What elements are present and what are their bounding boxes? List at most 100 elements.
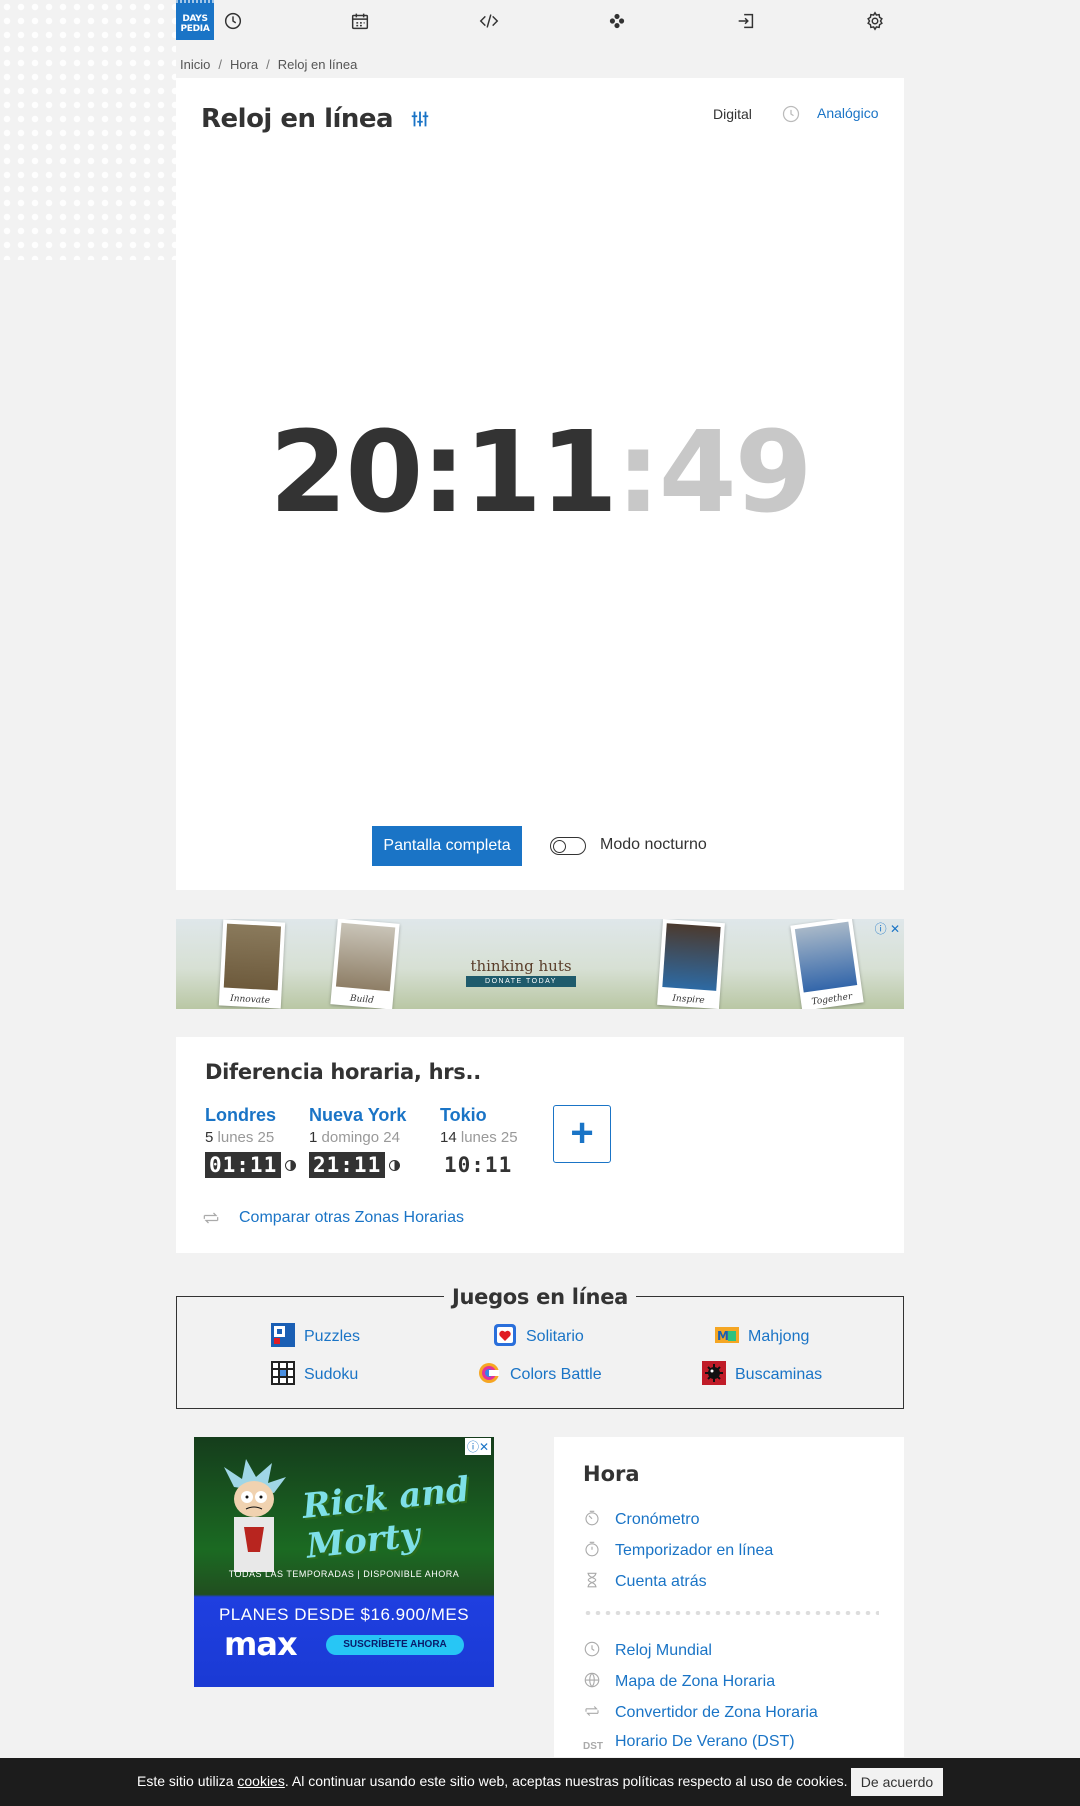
add-city-button[interactable]: + <box>553 1105 611 1163</box>
ad-close-icon[interactable]: ⓘ✕ <box>464 1438 491 1455</box>
breadcrumb-separator: / <box>266 57 270 72</box>
fullscreen-button[interactable]: Pantalla completa <box>372 826 522 866</box>
cookie-link[interactable]: cookies <box>237 1773 284 1789</box>
logo[interactable]: DAYS PEDIA <box>176 0 214 40</box>
mine-icon <box>702 1361 726 1385</box>
night-moon-icon <box>285 1160 297 1171</box>
cookie-accept-button[interactable]: De acuerdo <box>851 1768 943 1796</box>
mode-digital-tab[interactable]: Digital <box>713 106 752 122</box>
time-difference-title: Diferencia horaria, hrs.. <box>205 1060 481 1084</box>
hora-sidebar: Hora Cronómetro Temporizador en línea Cu… <box>554 1437 904 1757</box>
ad-photo: Innovate <box>218 919 286 1009</box>
city-date: 1 domingo 24 <box>309 1129 406 1146</box>
ad-close-icon[interactable]: ⓘ ✕ <box>875 920 900 937</box>
breadcrumb-home[interactable]: Inicio <box>180 57 210 72</box>
heart-card-icon <box>494 1324 516 1346</box>
city-offset: 1 <box>309 1129 318 1146</box>
link-stopwatch[interactable]: Cronómetro <box>583 1509 699 1529</box>
ad-caption: Innovate <box>229 993 271 1006</box>
city-day: lunes 25 <box>460 1129 518 1146</box>
mahjong-icon: M <box>715 1327 739 1343</box>
game-puzzles[interactable]: Puzzles <box>271 1323 360 1347</box>
cookie-bar: Este sitio utiliza cookies. Al continuar… <box>0 1758 1080 1806</box>
digital-clock-display: 20:11:49 <box>176 408 904 538</box>
game-colors-battle[interactable]: Colors Battle <box>477 1361 602 1385</box>
game-solitaire[interactable]: Solitario <box>493 1323 584 1347</box>
cookie-message: Este sitio utiliza cookies. Al continuar… <box>137 1773 848 1789</box>
game-minesweeper[interactable]: Buscaminas <box>702 1361 822 1385</box>
link-countdown[interactable]: Cuenta atrás <box>583 1571 707 1591</box>
city-name[interactable]: Londres <box>205 1105 296 1126</box>
night-mode-label: Modo nocturno <box>600 836 707 853</box>
clock-icon <box>583 1640 601 1658</box>
hourglass-icon <box>583 1571 601 1589</box>
page-title: Reloj en línea <box>201 104 394 134</box>
ad-brand-name: thinking huts <box>470 957 572 975</box>
gear-icon[interactable] <box>864 10 886 32</box>
divider <box>583 1611 879 1615</box>
background-dot-pattern <box>0 0 176 260</box>
ad-price: PLANES DESDE $16.900/MES <box>218 1605 470 1624</box>
calendar-icon[interactable] <box>349 10 371 32</box>
login-icon[interactable] <box>735 10 757 32</box>
clock-panel: Reloj en línea Digital Analógico 20:11:4… <box>176 78 904 890</box>
ad-caption: Together <box>811 991 853 1008</box>
ad-max[interactable]: Rick and Morty TODAS LAS TEMPORADAS | DI… <box>194 1437 494 1687</box>
clock-icon <box>781 104 801 124</box>
mode-analog-tab[interactable]: Analógico <box>817 105 879 121</box>
timer-icon <box>583 1540 601 1558</box>
link-timezone-converter[interactable]: Convertidor de Zona Horaria <box>583 1702 818 1722</box>
city-date: 5 lunes 25 <box>205 1129 296 1146</box>
top-nav: DAYS PEDIA <box>176 0 904 40</box>
ad-photo: Together <box>790 919 864 1009</box>
game-sudoku[interactable]: Sudoku <box>271 1361 358 1385</box>
ad-banner[interactable]: Innovate Build thinking huts DONATE TODA… <box>176 919 904 1009</box>
compare-timezones-link[interactable]: Comparar otras Zonas Horarias <box>239 1209 464 1227</box>
city-name[interactable]: Tokio <box>440 1105 518 1126</box>
puzzle-icon <box>271 1323 295 1347</box>
ad-tagline: TODAS LAS TEMPORADAS | DISPONIBLE AHORA <box>228 1569 460 1579</box>
clock-seconds: :49 <box>615 408 813 538</box>
globe-icon <box>583 1671 601 1689</box>
logo-text-bottom: PEDIA <box>180 24 210 34</box>
city-tokyo: Tokio 14 lunes 25 10:11 <box>440 1105 518 1178</box>
city-date: 14 lunes 25 <box>440 1129 518 1146</box>
city-new-york: Nueva York 1 domingo 24 21:11 <box>309 1105 406 1178</box>
code-icon[interactable] <box>478 10 500 32</box>
online-games-box: Juegos en línea Puzzles Solitario M Mahjo… <box>176 1285 904 1409</box>
breadcrumb-separator: / <box>218 57 222 72</box>
game-mahjong[interactable]: M Mahjong <box>715 1323 809 1347</box>
city-time: 21:11 <box>309 1152 386 1178</box>
clock-icon[interactable] <box>222 10 244 32</box>
dst-icon: DST <box>583 1741 603 1752</box>
compare-icon <box>201 1208 221 1228</box>
city-day: domingo 24 <box>321 1129 400 1146</box>
ad-show-title: Rick and Morty <box>300 1469 472 1567</box>
ad-cta: DONATE TODAY <box>466 976 576 987</box>
ad-subscribe-button[interactable]: SUSCRÍBETE AHORA <box>326 1635 464 1655</box>
ad-max-logo: max <box>224 1625 298 1663</box>
breadcrumb-time[interactable]: Hora <box>230 57 258 72</box>
link-timezone-map[interactable]: Mapa de Zona Horaria <box>583 1671 775 1691</box>
logo-text-top: DAYS <box>182 14 208 24</box>
city-offset: 14 <box>440 1129 457 1146</box>
games-title: Juegos en línea <box>177 1285 903 1309</box>
gamepad-icon[interactable] <box>606 10 628 32</box>
stopwatch-icon <box>583 1509 601 1527</box>
city-day: lunes 25 <box>217 1129 275 1146</box>
clock-hours-minutes: 20:11 <box>269 408 618 538</box>
city-time: 01:11 <box>205 1152 282 1178</box>
ad-photo: Build <box>330 919 400 1009</box>
night-mode-toggle[interactable] <box>550 837 586 855</box>
link-dst[interactable]: DST Horario De Verano (DST) <box>583 1733 795 1759</box>
svg-text:M: M <box>717 1329 729 1343</box>
night-moon-icon <box>389 1160 401 1171</box>
city-london: Londres 5 lunes 25 01:11 <box>205 1105 297 1178</box>
link-timer[interactable]: Temporizador en línea <box>583 1540 773 1560</box>
city-name[interactable]: Nueva York <box>309 1105 406 1126</box>
city-time: 10:11 <box>444 1153 513 1177</box>
settings-sliders-icon[interactable] <box>409 108 431 130</box>
city-offset: 5 <box>205 1129 214 1146</box>
link-world-clock[interactable]: Reloj Mundial <box>583 1640 712 1660</box>
ad-photo: Inspire <box>657 919 725 1009</box>
